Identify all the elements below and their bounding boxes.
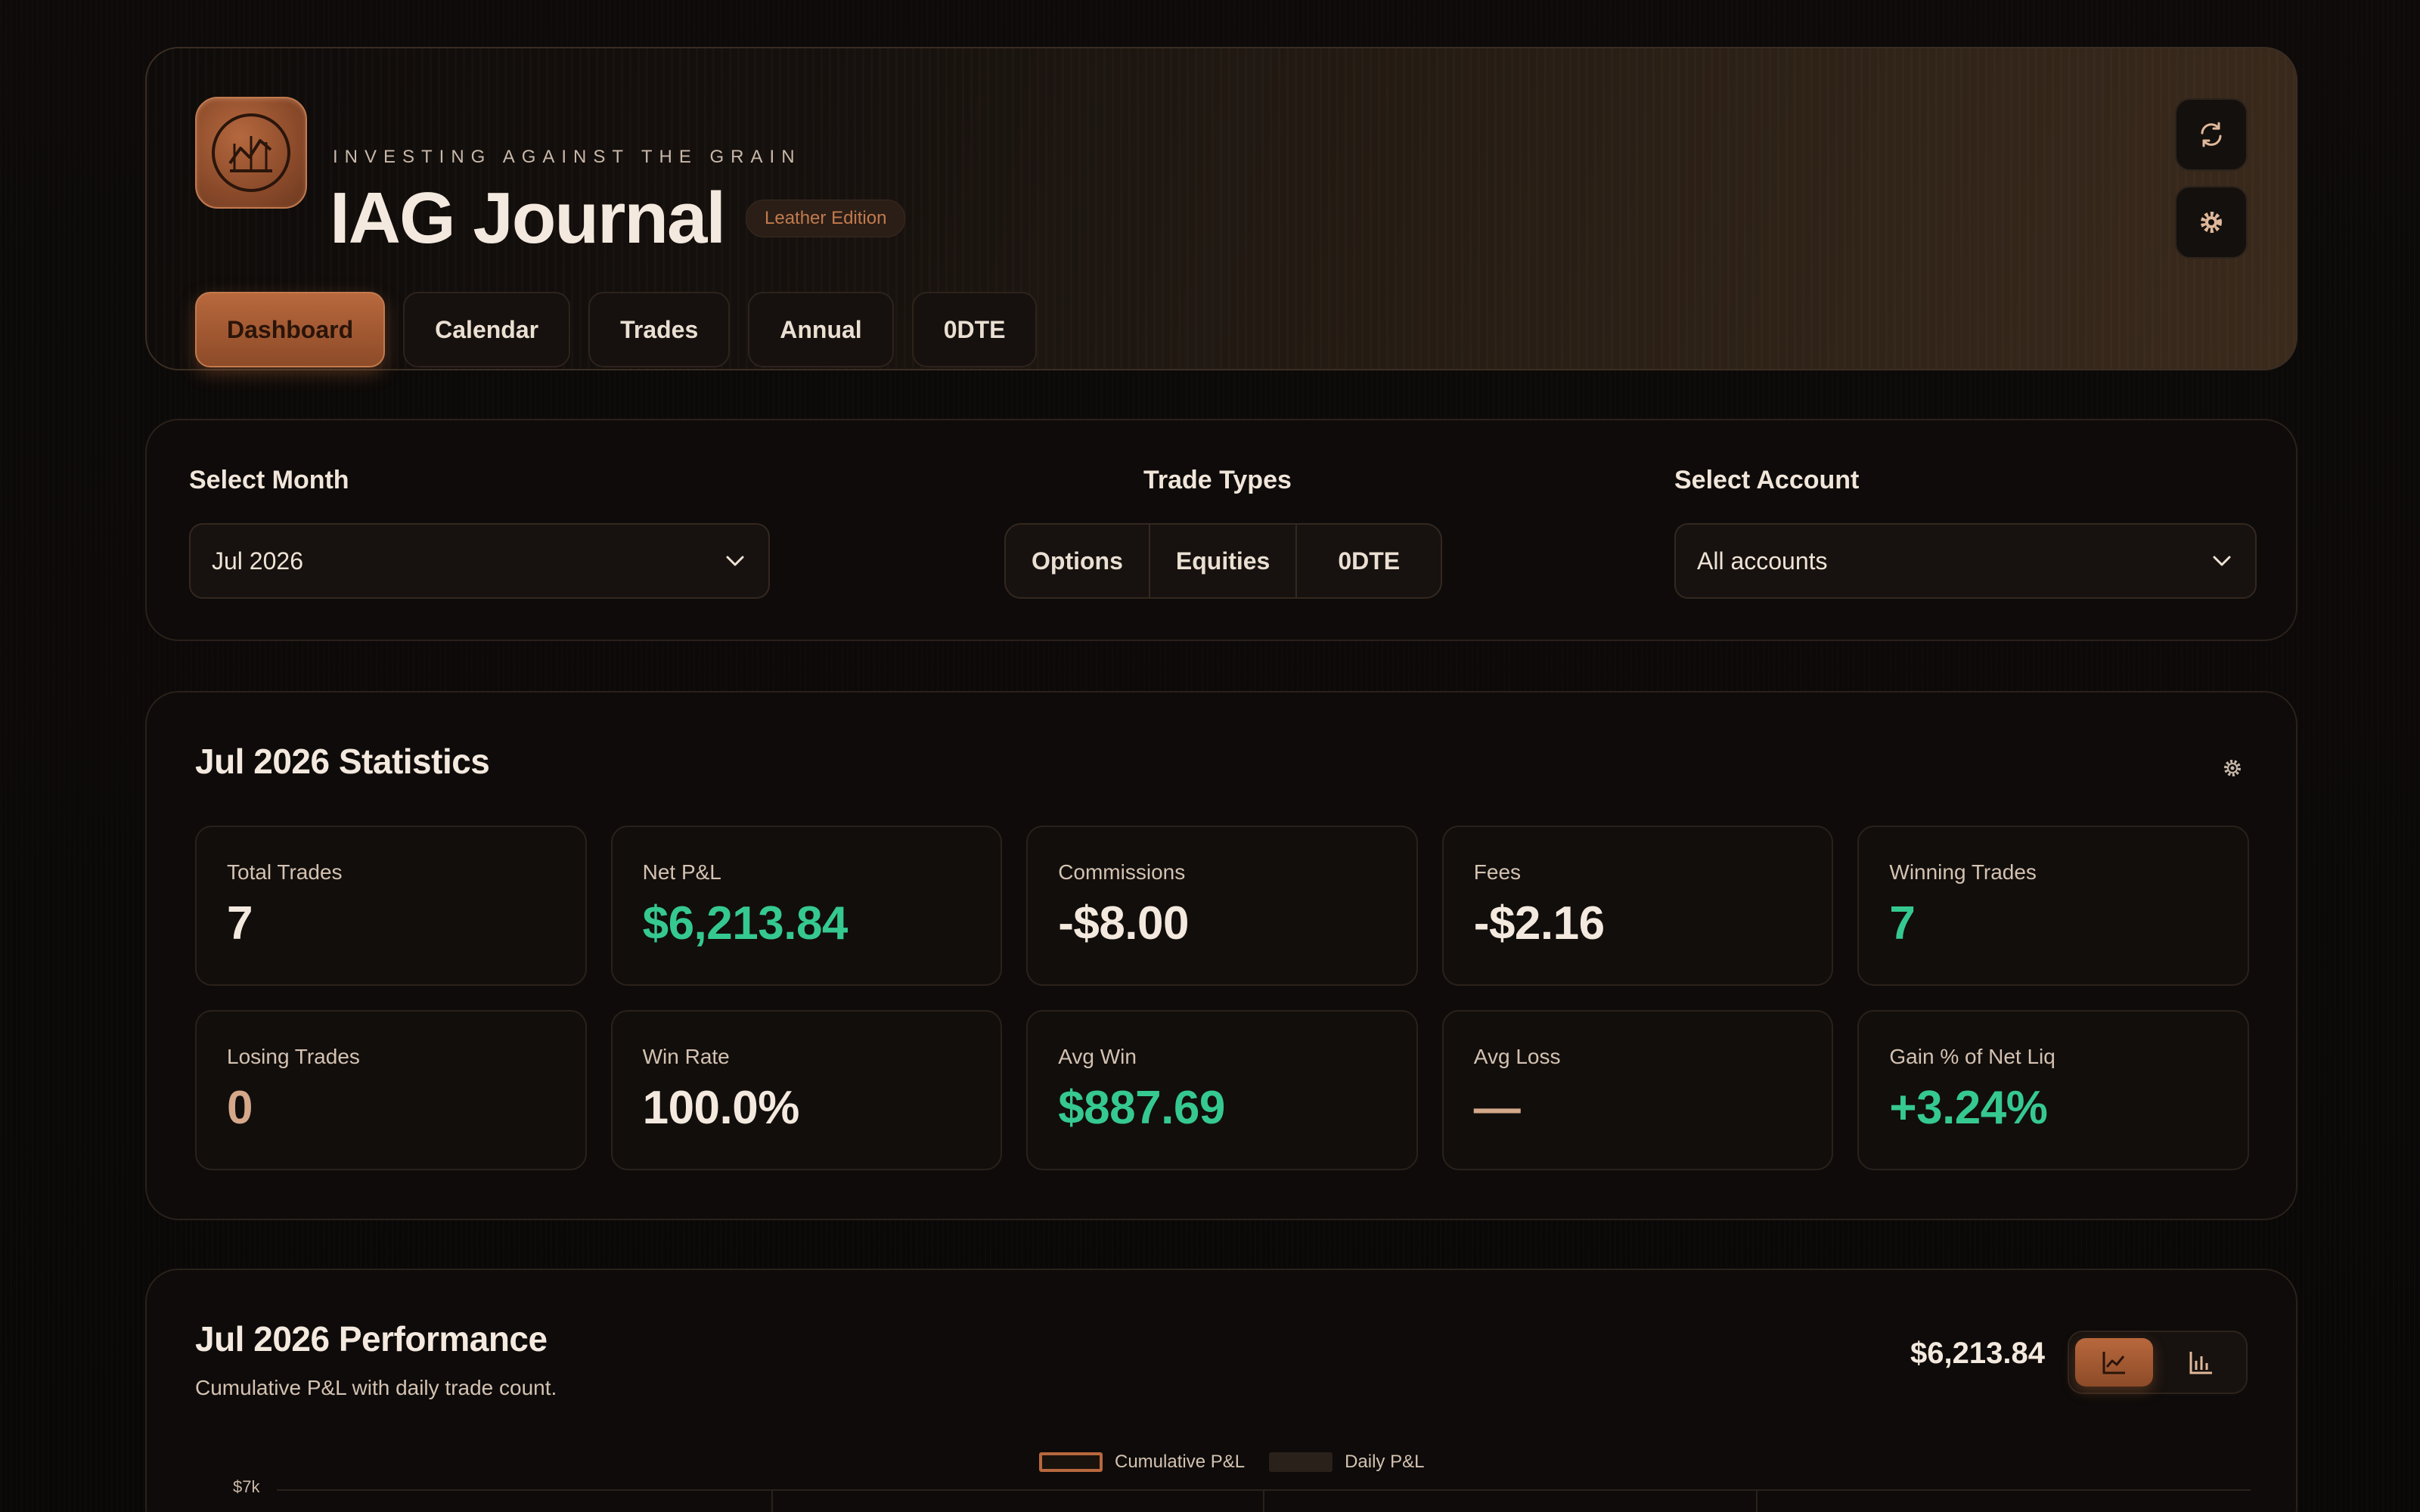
refresh-button[interactable]	[2175, 98, 2248, 171]
stat-value: 0	[227, 1082, 253, 1134]
stat-value: $6,213.84	[642, 897, 849, 950]
refresh-icon	[2201, 122, 2222, 147]
bar-chart-icon	[2189, 1352, 2212, 1374]
stat-net-pnl: Net P&L $6,213.84	[610, 826, 1003, 986]
legend-label-daily: Daily P&L	[1345, 1452, 1425, 1472]
stat-grid: Total Trades 7 Net P&L $6,213.84 Commiss…	[195, 826, 2249, 1170]
stat-value: $887.69	[1058, 1082, 1225, 1134]
performance-subtitle: Cumulative P&L with daily trade count.	[195, 1376, 557, 1399]
gear-icon	[2201, 212, 2222, 233]
stat-label: Avg Loss	[1473, 1045, 1561, 1068]
stat-win-rate: Win Rate 100.0%	[610, 1010, 1003, 1170]
legend-label-cumulative: Cumulative P&L	[1115, 1452, 1246, 1472]
month-select[interactable]: Jul 2026	[189, 523, 770, 599]
chart-gridline	[1263, 1489, 1264, 1512]
tab-dashboard[interactable]: Dashboard	[195, 292, 386, 367]
statistics-settings-button[interactable]	[2217, 753, 2248, 783]
stat-value: -$2.16	[1473, 897, 1605, 950]
trade-type-equities[interactable]: Equities	[1150, 525, 1298, 597]
line-chart-icon	[2102, 1352, 2125, 1374]
stat-total-trades: Total Trades 7	[195, 826, 587, 986]
trade-types-label: Trade Types	[1143, 466, 1292, 494]
bar-chart-button[interactable]	[2162, 1338, 2240, 1387]
main-nav: Dashboard Calendar Trades Annual 0DTE	[195, 292, 1038, 367]
stat-value: 100.0%	[642, 1082, 800, 1134]
stat-label: Commissions	[1058, 860, 1186, 884]
statistics-title: Jul 2026 Statistics	[195, 742, 490, 781]
trade-type-toggle: Options Equities 0DTE	[1004, 523, 1443, 599]
trade-type-0dte[interactable]: 0DTE	[1297, 525, 1441, 597]
chart-line-icon	[228, 136, 272, 172]
stat-label: Gain % of Net Liq	[1889, 1045, 2055, 1068]
trade-type-options[interactable]: Options	[1006, 525, 1150, 597]
performance-title: Jul 2026 Performance	[195, 1319, 548, 1359]
tab-trades[interactable]: Trades	[588, 292, 731, 367]
stat-value: —	[1473, 1082, 1521, 1134]
stat-gain-pct-net-liq: Gain % of Net Liq +3.24%	[1857, 1010, 2249, 1170]
stat-value: 7	[1889, 897, 1916, 950]
filter-bar: Select Month Jul 2026 Trade Types Option…	[145, 419, 2297, 641]
stat-losing-trades: Losing Trades 0	[195, 1010, 587, 1170]
settings-button[interactable]	[2175, 186, 2248, 259]
stat-value: +3.24%	[1889, 1082, 2048, 1134]
legend-swatch-daily	[1269, 1452, 1333, 1472]
app-logo	[195, 97, 307, 209]
stat-value: 7	[227, 897, 253, 950]
stat-value: -$8.00	[1058, 897, 1189, 950]
performance-panel: Jul 2026 Performance Cumulative P&L with…	[145, 1269, 2297, 1512]
account-select-value: All accounts	[1697, 547, 1828, 575]
y-axis-tick: $7k	[233, 1477, 260, 1496]
chart-type-toggle	[2068, 1331, 2248, 1394]
legend-swatch-cumulative	[1039, 1452, 1103, 1472]
app-header: INVESTING AGAINST THE GRAIN IAG Journal …	[145, 47, 2297, 370]
stat-label: Net P&L	[642, 860, 721, 884]
month-label: Select Month	[189, 466, 349, 494]
stat-label: Winning Trades	[1889, 860, 2037, 884]
stat-label: Fees	[1473, 860, 1522, 884]
tab-0dte[interactable]: 0DTE	[911, 292, 1038, 367]
stat-label: Losing Trades	[227, 1045, 360, 1068]
chart-gridline	[1756, 1489, 1758, 1512]
edition-badge: Leather Edition	[746, 200, 906, 237]
app-tagline: INVESTING AGAINST THE GRAIN	[333, 147, 802, 167]
stat-label: Win Rate	[642, 1045, 730, 1068]
stat-avg-loss: Avg Loss —	[1441, 1010, 1834, 1170]
chart-gridline	[771, 1489, 773, 1512]
account-label: Select Account	[1674, 466, 1860, 494]
stat-label: Avg Win	[1058, 1045, 1137, 1068]
statistics-panel: Jul 2026 Statistics Total Trades 7 Net P…	[145, 691, 2297, 1220]
stat-commissions: Commissions -$8.00	[1026, 826, 1418, 986]
line-chart-button[interactable]	[2075, 1338, 2153, 1387]
account-select[interactable]: All accounts	[1674, 523, 2257, 599]
app-title: IAG Journal	[330, 178, 726, 259]
chevron-down-icon	[2213, 556, 2231, 566]
month-select-value: Jul 2026	[212, 547, 303, 575]
stat-avg-win: Avg Win $887.69	[1026, 1010, 1418, 1170]
performance-total: $6,213.84	[1910, 1337, 2045, 1370]
chart-legend: Cumulative P&L Daily P&L	[1039, 1452, 1424, 1473]
stat-fees: Fees -$2.16	[1441, 826, 1834, 986]
stat-label: Total Trades	[227, 860, 343, 884]
tab-annual[interactable]: Annual	[748, 292, 894, 367]
stat-winning-trades: Winning Trades 7	[1857, 826, 2249, 986]
gear-icon	[2224, 760, 2241, 776]
chevron-down-icon	[726, 556, 744, 566]
tab-calendar[interactable]: Calendar	[403, 292, 571, 367]
